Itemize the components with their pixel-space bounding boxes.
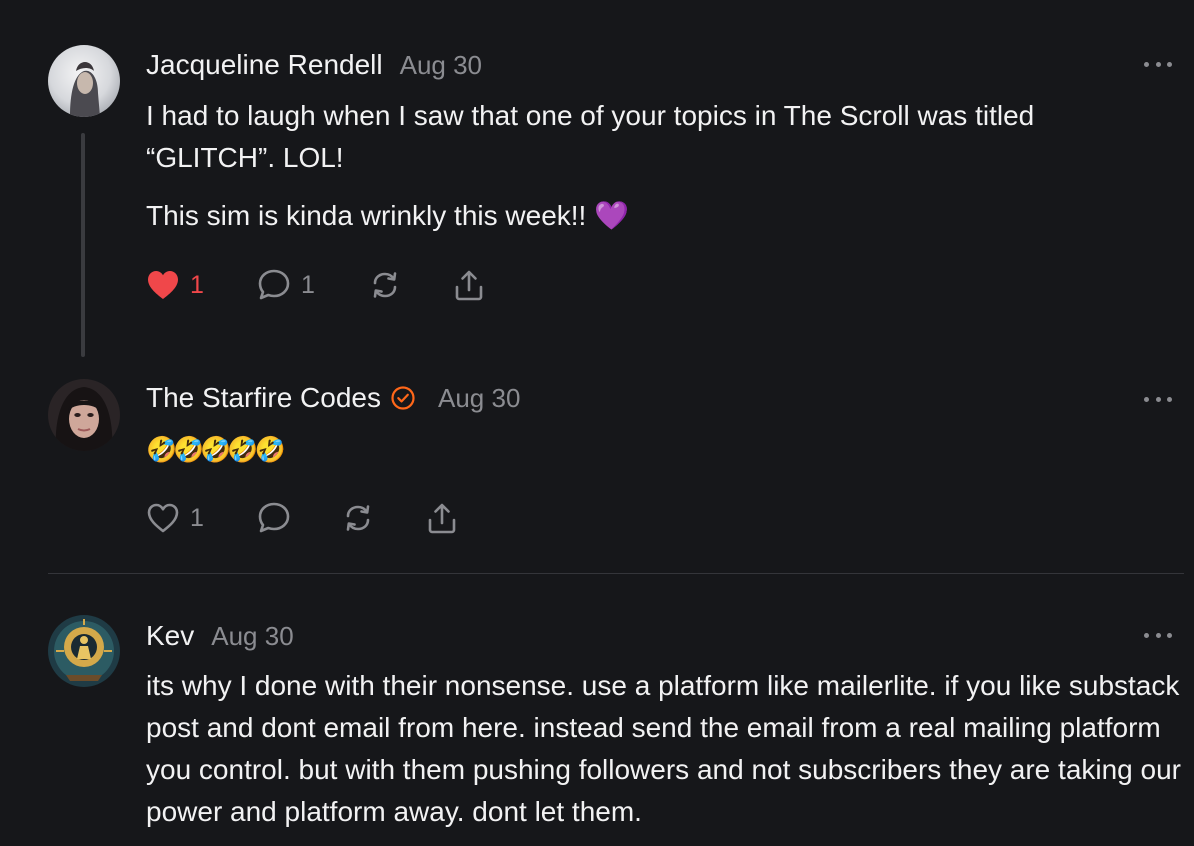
restack-icon [373, 272, 397, 298]
restack-button[interactable] [341, 498, 375, 538]
comment-header: The Starfire Codes Aug 30 [146, 382, 520, 414]
verified-badge-icon [390, 385, 416, 411]
author-name[interactable]: Kev [146, 620, 194, 652]
comment-icon [258, 502, 290, 533]
like-count: 1 [190, 503, 204, 532]
avatar[interactable] [48, 45, 120, 117]
reply-button[interactable]: 1 [257, 265, 315, 305]
more-options-icon[interactable] [1144, 59, 1172, 69]
comment-header: Kev Aug 30 [146, 620, 294, 652]
comment-date[interactable]: Aug 30 [400, 50, 482, 81]
restack-button[interactable] [368, 265, 402, 305]
share-button[interactable] [425, 498, 459, 538]
more-options-icon[interactable] [1144, 630, 1172, 640]
comment-icon [258, 269, 290, 300]
avatar[interactable] [48, 379, 120, 451]
heart-icon [148, 271, 178, 299]
comment-text: I had to laugh when I saw that one of yo… [146, 100, 1035, 173]
comment-feed: Jacqueline Rendell Aug 30 I had to laugh… [0, 0, 1194, 846]
more-options-icon[interactable] [1144, 394, 1172, 404]
author-name[interactable]: The Starfire Codes [146, 382, 381, 414]
like-button[interactable]: 1 [146, 265, 204, 305]
avatar[interactable] [48, 615, 120, 687]
restack-icon [346, 505, 370, 531]
author-name[interactable]: Jacqueline Rendell [146, 49, 383, 81]
like-count: 1 [190, 270, 204, 299]
reply-count: 1 [301, 270, 315, 299]
comment-header: Jacqueline Rendell Aug 30 [146, 49, 482, 81]
share-button[interactable] [452, 265, 486, 305]
thread-line [81, 133, 85, 357]
comment-date[interactable]: Aug 30 [211, 621, 293, 652]
divider [48, 573, 1184, 574]
share-icon [428, 503, 456, 534]
like-button[interactable]: 1 [146, 498, 204, 538]
heart-icon [147, 503, 179, 533]
comment-date[interactable]: Aug 30 [438, 383, 520, 414]
comment-text: its why I done with their nonsense. use … [146, 670, 1182, 827]
share-icon [455, 270, 483, 301]
comment-text: 🤣🤣🤣🤣🤣 [146, 436, 286, 464]
comment-text: This sim is kinda wrinkly this week!! 💜 [146, 200, 629, 231]
reply-button[interactable] [257, 498, 291, 538]
